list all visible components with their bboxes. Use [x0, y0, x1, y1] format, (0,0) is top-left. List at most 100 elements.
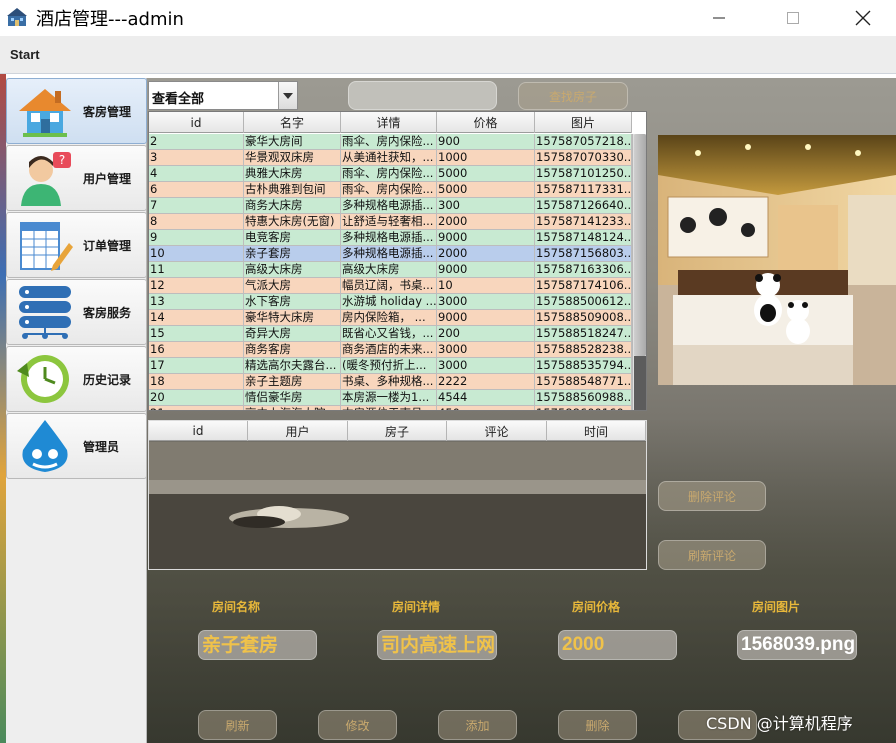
scrollbar-track-end — [634, 356, 646, 410]
table-cell-detail: 多种规格电源插... — [341, 230, 437, 245]
sidebar-item-label: 历史记录 — [83, 372, 132, 387]
table-cell-image: 157588560988... — [536, 390, 632, 405]
filter-dropdown[interactable]: 查看全部 — [148, 81, 298, 110]
column-header-price[interactable]: 价格 — [437, 112, 535, 133]
table-cell-price: 300 — [437, 198, 535, 213]
delete-button[interactable]: 删除 — [558, 710, 637, 740]
table-cell-name: 情侣豪华房 — [244, 390, 341, 405]
table-cell-name: 亲子套房 — [244, 246, 341, 261]
column-header-name[interactable]: 名字 — [244, 112, 341, 133]
table-row[interactable]: 11 高级大床房 高级大床房 9000 157587163306... — [149, 262, 632, 278]
table-row[interactable]: 15 奇异大房 既省心又省钱，... 200 157588518247... — [149, 326, 632, 342]
table-cell-id: 10 — [149, 246, 244, 261]
table-cell-name: 精选高尔夫露台... — [244, 358, 341, 373]
column-header-comment-id[interactable]: id — [149, 421, 248, 441]
table-cell-image: 157588548771... — [536, 374, 632, 389]
menu-bar: Start — [0, 36, 896, 74]
table-cell-image: 157588600160... — [535, 406, 632, 410]
menu-start[interactable]: Start — [10, 47, 40, 62]
table-cell-detail: 本房源位于東县... — [341, 406, 437, 410]
sidebar-item-history[interactable]: 历史记录 — [6, 346, 147, 412]
column-header-id[interactable]: id — [149, 112, 244, 133]
table-cell-detail: 书桌、多种规格... — [341, 374, 437, 389]
room-detail-input[interactable]: 司内高速上网 — [377, 630, 497, 660]
comment-background-image — [149, 442, 646, 569]
column-header-user[interactable]: 用户 — [248, 421, 348, 441]
table-row[interactable]: 16 商务客房 商务酒店的未来... 3000 157588528238... — [149, 342, 632, 358]
add-button[interactable]: 添加 — [438, 710, 517, 740]
table-cell-detail: 本房源一楼为1... — [341, 390, 437, 405]
comment-table-body — [149, 442, 646, 569]
room-price-input[interactable]: 2000 — [558, 630, 677, 660]
table-cell-image: 157588518247... — [536, 326, 632, 341]
table-cell-name: 商务客房 — [244, 342, 341, 357]
table-row[interactable]: 9 电竞客房 多种规格电源插... 9000 157587148124... — [149, 230, 632, 246]
room-table: id 名字 详情 价格 图片 2 豪华大房间 雨伞、房内保险... 900 157587… — [148, 111, 647, 411]
table-cell-name: 商务大床房 — [244, 198, 341, 213]
table-row[interactable]: 21高中上海海大院...本房源位于東县...450157588600160... — [149, 406, 632, 410]
column-header-comment[interactable]: 评论 — [447, 421, 547, 441]
table-cell-id: 18 — [149, 374, 244, 389]
table-cell-detail: 让舒适与轻奢相... — [341, 214, 437, 229]
table-row[interactable]: 7 商务大床房 多种规格电源插... 300 157587126640... — [149, 198, 632, 214]
room-name-input[interactable]: 亲子套房 — [198, 630, 317, 660]
refresh-comment-button[interactable]: 刷新评论 — [658, 540, 766, 570]
find-room-button[interactable]: 查找房子 — [518, 82, 628, 110]
table-cell-id: 20 — [149, 390, 244, 405]
close-icon — [855, 10, 871, 26]
table-cell-image: 157588500612... — [536, 294, 632, 309]
watermark: CSDN @计算机程序 — [706, 714, 853, 733]
minimize-button[interactable] — [696, 0, 742, 36]
sidebar-item-order-management[interactable]: 订单管理 — [6, 212, 147, 278]
window-title: 酒店管理---admin — [36, 9, 184, 30]
sidebar-item-label: 客房服务 — [83, 305, 132, 320]
modify-button[interactable]: 修改 — [318, 710, 397, 740]
comment-table-header: id 用户 房子 评论 时间 — [149, 421, 646, 441]
table-cell-name: 高中上海海大院... — [244, 406, 341, 410]
delete-comment-button[interactable]: 删除评论 — [658, 481, 766, 511]
table-cell-price: 5000 — [437, 182, 535, 197]
column-header-house[interactable]: 房子 — [348, 421, 447, 441]
table-row[interactable]: 2 豪华大房间 雨伞、房内保险... 900 157587057218... — [149, 134, 632, 150]
room-image-label: 房间图片 — [752, 600, 801, 614]
table-row[interactable]: 3 华景观双床房 从美通社获知，... 1000 157587070330... — [149, 150, 632, 166]
column-header-image[interactable]: 图片 — [535, 112, 632, 133]
table-cell-id: 9 — [149, 230, 244, 245]
table-cell-detail: 高级大床房 — [341, 262, 437, 277]
sidebar-item-user-management[interactable]: ? 用户管理 — [6, 145, 147, 211]
sidebar-item-admin[interactable]: 管理员 — [6, 413, 147, 479]
scrollbar-thumb[interactable] — [634, 134, 646, 356]
sidebar-item-room-service[interactable]: 客房服务 — [6, 279, 147, 345]
table-row[interactable]: 17 精选高尔夫露台... (暖冬预付折上... 3000 157588535794..… — [149, 358, 632, 374]
chevron-down-icon[interactable] — [278, 82, 297, 109]
table-row[interactable]: 4 典雅大床房 雨伞、房内保险... 5000 157587101250... — [149, 166, 632, 182]
table-cell-detail: 幅员辽阔，书桌... — [341, 278, 437, 293]
table-row[interactable]: 18 亲子主题房 书桌、多种规格... 2222 157588548771... — [149, 374, 632, 390]
room-table-body: 2 豪华大房间 雨伞、房内保险... 900 157587057218... 3 华景观双床… — [149, 134, 632, 410]
sidebar-item-label: 订单管理 — [83, 238, 132, 253]
search-input[interactable] — [348, 81, 497, 110]
close-button[interactable] — [840, 0, 886, 36]
sidebar-item-label: 客房管理 — [83, 104, 132, 119]
table-row[interactable]: 8 特惠大床房(无窗) 让舒适与轻奢相... 2000 157587141233... — [149, 214, 632, 230]
table-row[interactable]: 13 水下客房 水游城 holiday ... 3000 157588500612... — [149, 294, 632, 310]
column-header-time[interactable]: 时间 — [547, 421, 646, 441]
history-icon — [17, 355, 69, 403]
table-row[interactable]: 12 气派大房 幅员辽阔，书桌... 10 157587174106... — [149, 278, 632, 294]
table-row[interactable]: 6 古朴典雅到包间 雨伞、房内保险... 5000 157587117331... — [149, 182, 632, 198]
table-cell-id: 2 — [149, 134, 244, 149]
column-header-detail[interactable]: 详情 — [341, 112, 437, 133]
refresh-button[interactable]: 刷新 — [198, 710, 277, 740]
table-row[interactable]: 10 亲子套房 多种规格电源插... 2000 157587156803... — [149, 246, 632, 262]
room-table-scrollbar[interactable] — [632, 134, 646, 410]
table-row[interactable]: 14 豪华特大床房 房内保险箱， ... 9000 157588509008... — [149, 310, 632, 326]
table-cell-detail: 水游城 holiday ... — [342, 294, 437, 309]
table-cell-id: 14 — [149, 310, 244, 325]
room-image-input[interactable]: 1568039.png — [737, 630, 857, 660]
table-cell-image: 157588535794... — [536, 358, 632, 373]
sidebar-item-label: 用户管理 — [83, 171, 132, 186]
table-row[interactable]: 20 情侣豪华房 本房源一楼为1... 4544 157588560988... — [149, 390, 632, 406]
maximize-button[interactable] — [770, 0, 816, 36]
minimize-icon — [713, 17, 725, 19]
sidebar-item-room-management[interactable]: 客房管理 — [6, 78, 147, 144]
